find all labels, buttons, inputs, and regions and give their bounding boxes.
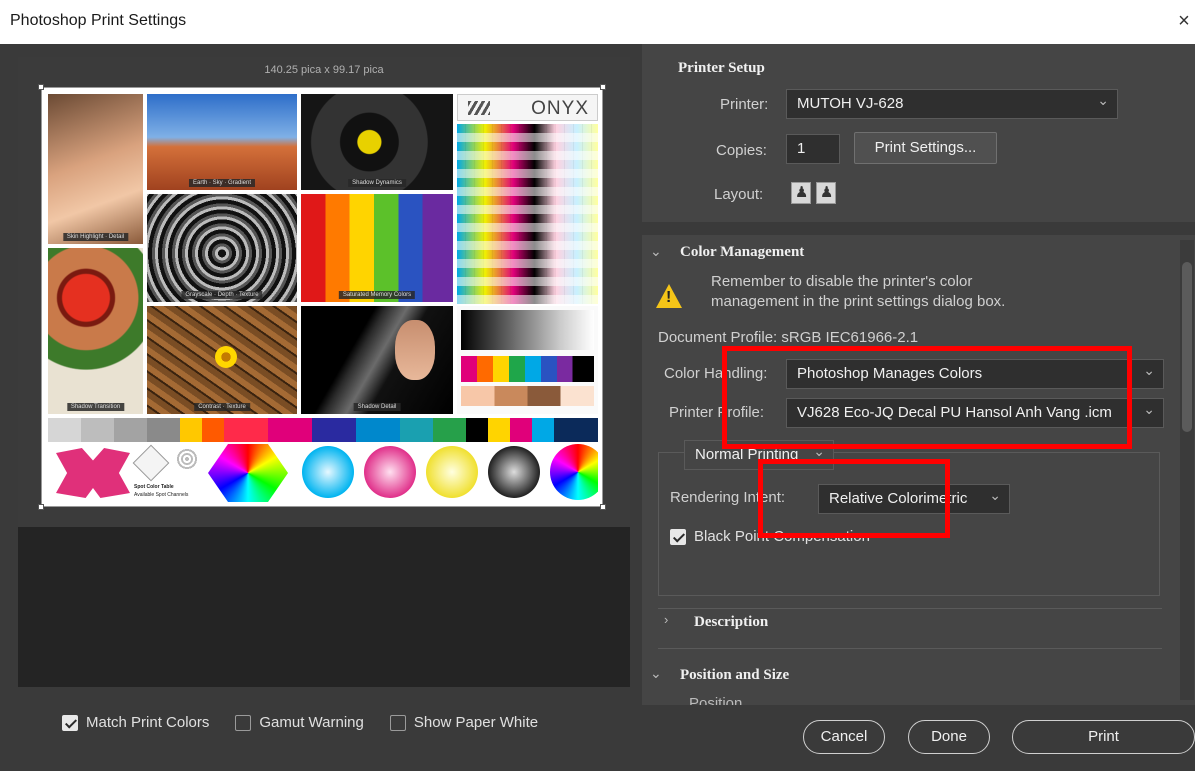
window-title: Photoshop Print Settings <box>10 12 187 29</box>
document-profile: Document Profile: sRGB IEC61966-2.1 <box>658 329 919 346</box>
resize-handle[interactable] <box>600 84 606 90</box>
warning-icon: ! <box>656 284 682 308</box>
resize-handle[interactable] <box>600 504 606 510</box>
settings-scrollbar[interactable] <box>1180 240 1194 700</box>
rendering-intent-label: Rendering Intent: <box>670 489 786 506</box>
portrait-layout-icon[interactable] <box>791 182 811 204</box>
printer-setup-heading: Printer Setup <box>678 60 765 76</box>
tomatoes-photo: Shadow Transition <box>48 248 143 414</box>
chevron-right-icon[interactable]: › <box>664 612 668 627</box>
color-hexagon <box>208 444 288 502</box>
portrait-photo: Skin Highlight · Detail <box>48 94 143 244</box>
yellow-sphere <box>426 446 478 498</box>
position-label: Position <box>689 695 743 705</box>
gamut-warning-checkbox[interactable] <box>235 714 252 731</box>
color-chart <box>457 124 598 304</box>
scrollbar-thumb[interactable] <box>1182 262 1192 432</box>
car-interior-photo: Shadow Dynamics <box>301 94 453 190</box>
black-point-checkbox[interactable] <box>670 528 686 545</box>
spiral-stairs-photo: Grayscale · Depth · Texture <box>147 194 297 302</box>
color-wheel <box>550 444 598 500</box>
print-button[interactable]: Print <box>1012 720 1195 754</box>
copies-label: Copies: <box>716 142 767 159</box>
landscape-photo: Earth · Sky · Gradient <box>147 94 297 190</box>
magenta-sphere <box>364 446 416 498</box>
fruit-photo: Saturated Memory Colors <box>301 194 453 302</box>
layout-label: Layout: <box>714 186 764 203</box>
print-preview-panel: 140.25 pica x 99.17 pica Skin Highlight … <box>18 57 630 687</box>
divider <box>658 608 1162 609</box>
show-paper-white-option[interactable]: Show Paper White <box>389 714 538 731</box>
color-management-heading[interactable]: Color Management <box>680 244 804 261</box>
butterfly-shape <box>56 448 130 498</box>
black-point-option[interactable]: Black Point Compensation <box>670 528 870 545</box>
diamond-shape <box>132 444 170 482</box>
test-print-image: Skin Highlight · Detail Earth · Sky · Gr… <box>48 94 598 502</box>
gray-and-color-patches <box>457 306 598 414</box>
print-options-group <box>658 452 1160 596</box>
black-sphere <box>488 446 540 498</box>
normal-printing-select[interactable]: Normal Printing <box>684 440 834 470</box>
preview-options: Match Print Colors Gamut Warning Show Pa… <box>62 714 538 731</box>
print-settings-button[interactable]: Print Settings... <box>854 132 997 164</box>
printer-profile-label: Printer Profile: <box>669 404 765 421</box>
resize-handle[interactable] <box>38 84 44 90</box>
title-bar: Photoshop Print Settings × <box>0 0 1195 44</box>
printer-profile-select[interactable]: VJ628 Eco-JQ Decal PU Hansol Anh Vang .i… <box>786 398 1164 428</box>
position-and-size-heading[interactable]: Position and Size <box>680 667 789 684</box>
match-print-colors-checkbox[interactable] <box>62 714 78 731</box>
printer-select[interactable]: MUTOH VJ-628 <box>786 89 1118 119</box>
preview-canvas: 140.25 pica x 99.17 pica Skin Highlight … <box>18 57 630 527</box>
cracked-earth-photo: Contrast · Texture <box>147 306 297 414</box>
rendering-intent-select[interactable]: Relative Colorimetric <box>818 484 1010 514</box>
resize-handle[interactable] <box>38 504 44 510</box>
hair-photo: Shadow Detail <box>301 306 453 414</box>
description-heading[interactable]: Description <box>694 614 768 631</box>
onyx-logo: ONYX <box>457 94 598 121</box>
copies-input[interactable]: 1 <box>786 134 840 164</box>
cyan-sphere <box>302 446 354 498</box>
gamut-warning-option[interactable]: Gamut Warning <box>235 714 364 731</box>
done-button[interactable]: Done <box>908 720 990 754</box>
close-icon[interactable]: × <box>1173 8 1195 34</box>
position-clip: Position <box>642 690 1180 705</box>
color-handling-select[interactable]: Photoshop Manages Colors <box>786 359 1164 389</box>
match-print-colors-option[interactable]: Match Print Colors <box>62 714 209 731</box>
spot-color-row: Spot Color Table Available Spot Channels <box>48 444 598 502</box>
divider <box>658 648 1162 649</box>
cancel-button[interactable]: Cancel <box>803 720 885 754</box>
page-dimensions: 140.25 pica x 99.17 pica <box>264 64 384 76</box>
landscape-layout-icon[interactable] <box>816 182 836 204</box>
printer-label: Printer: <box>720 96 769 113</box>
page-preview[interactable]: Skin Highlight · Detail Earth · Sky · Gr… <box>38 84 606 510</box>
warning-text-line2: management in the print settings dialog … <box>711 293 1006 310</box>
chevron-down-icon[interactable]: ⌄ <box>650 243 662 260</box>
chevron-down-icon[interactable]: ⌄ <box>650 665 662 682</box>
color-swatch-strip <box>48 418 598 442</box>
color-handling-label: Color Handling: <box>664 365 768 382</box>
warning-text-line1: Remember to disable the printer's color <box>711 273 973 290</box>
show-paper-white-checkbox[interactable] <box>389 714 406 731</box>
target-shape <box>176 448 198 470</box>
